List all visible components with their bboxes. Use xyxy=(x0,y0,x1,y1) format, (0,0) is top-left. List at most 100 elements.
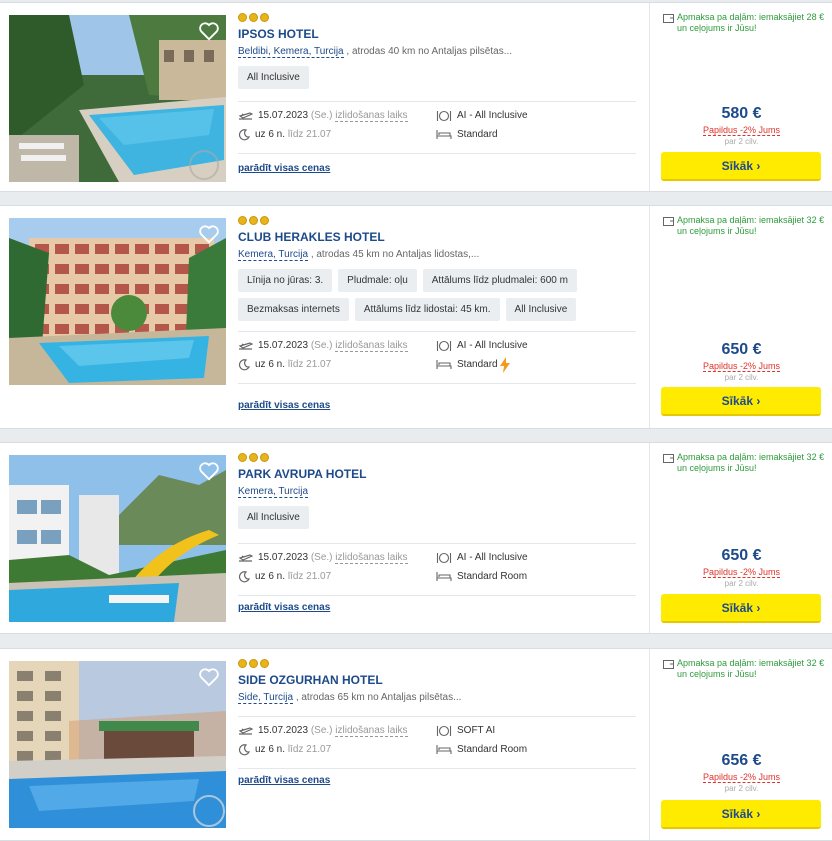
moon-icon xyxy=(238,128,250,140)
return-date: līdz 21.07 xyxy=(287,744,332,755)
trip-details: 15.07.2023 (Se.) izlidošanas laiks uz 6 … xyxy=(238,548,636,586)
star-icon xyxy=(238,216,247,225)
installment-note: Apmaksa pa daļām: iemaksājiet 32 € un ce… xyxy=(663,452,828,474)
hotel-card: SIDE OZGURHAN HOTEL Side, Turcija , atro… xyxy=(0,648,832,841)
hotel-name[interactable]: PARK AVRUPA HOTEL xyxy=(238,467,636,481)
hotel-name[interactable]: IPSOS HOTEL xyxy=(238,27,636,41)
hotel-location-link[interactable]: Kemera, Turcija xyxy=(238,486,309,498)
favorite-heart-icon[interactable] xyxy=(198,224,220,244)
departure-day: (Se.) xyxy=(310,110,333,121)
return-date: līdz 21.07 xyxy=(287,129,332,140)
star-icon xyxy=(238,453,247,462)
hotel-tags: Līnija no jūras: 3. Pludmale: oļu Attālums… xyxy=(238,269,636,321)
departure-day: (Se.) xyxy=(310,340,333,351)
departure-time-link[interactable]: izlidošanas laiks xyxy=(335,340,408,352)
moon-icon xyxy=(238,743,250,755)
per-persons: par 2 cilv. xyxy=(724,373,759,382)
hotel-stars xyxy=(238,13,636,23)
departure-time-link[interactable]: izlidošanas laiks xyxy=(335,552,408,564)
wallet-icon xyxy=(663,13,674,26)
trip-details: 15.07.2023 (Se.) izlidošanas laiks uz 6 … xyxy=(238,721,636,759)
departure-date: 15.07.2023 xyxy=(258,110,309,121)
departure-day: (Se.) xyxy=(310,552,333,563)
divider xyxy=(238,543,636,544)
bed-icon xyxy=(436,572,452,581)
price-panel: Apmaksa pa daļām: iemaksājiet 32 € un ce… xyxy=(649,206,832,428)
price: 650 € xyxy=(721,547,762,564)
divider xyxy=(238,101,636,102)
departure-date: 15.07.2023 xyxy=(258,340,309,351)
hotel-location-line: Kemera, Turcija xyxy=(238,486,636,498)
divider xyxy=(238,595,636,596)
hotel-name[interactable]: CLUB HERAKLES HOTEL xyxy=(238,230,636,244)
installment-note: Apmaksa pa daļām: iemaksājiet 32 € un ce… xyxy=(663,658,828,680)
hotel-location-link[interactable]: Side, Turcija xyxy=(238,692,294,704)
per-persons: par 2 cilv. xyxy=(724,579,759,588)
wallet-icon xyxy=(663,453,674,466)
details-button[interactable]: Sīkāk › xyxy=(661,152,821,181)
room-row: Standard xyxy=(436,355,634,374)
show-all-prices-link[interactable]: parādīt visas cenas xyxy=(238,775,330,786)
price: 650 € xyxy=(721,341,762,358)
hotel-photo[interactable] xyxy=(9,218,226,385)
star-icon xyxy=(260,216,269,225)
hotel-photo[interactable] xyxy=(9,15,226,182)
hotel-tag: All Inclusive xyxy=(505,298,577,321)
moon-icon xyxy=(238,570,250,582)
per-persons: par 2 cilv. xyxy=(724,137,759,146)
hotel-location-line: Side, Turcija , atrodas 65 km no Antalja… xyxy=(238,692,636,704)
hotel-photo[interactable] xyxy=(9,455,226,622)
bed-icon xyxy=(436,360,452,369)
duration-row: uz 6 n. līdz 21.07 xyxy=(238,740,436,759)
meal-plan: SOFT AI xyxy=(457,725,496,736)
departure-date: 15.07.2023 xyxy=(258,725,309,736)
divider xyxy=(238,716,636,717)
meal-icon xyxy=(436,725,452,736)
favorite-heart-icon[interactable] xyxy=(198,21,220,41)
details-button[interactable]: Sīkāk › xyxy=(661,594,821,623)
star-icon xyxy=(238,13,247,22)
favorite-heart-icon[interactable] xyxy=(198,461,220,481)
star-icon xyxy=(249,453,258,462)
hotel-name[interactable]: SIDE OZGURHAN HOTEL xyxy=(238,673,636,687)
hotel-tag: Attālums līdz pludmalei: 600 m xyxy=(422,269,577,292)
duration-nights: uz 6 n. xyxy=(255,744,286,755)
departure-date: 15.07.2023 xyxy=(258,552,309,563)
details-button[interactable]: Sīkāk › xyxy=(661,800,821,829)
plane-icon xyxy=(238,727,253,735)
departure-row: 15.07.2023 (Se.) izlidošanas laiks xyxy=(238,336,436,355)
hotel-photo[interactable] xyxy=(9,661,226,828)
show-all-prices-link[interactable]: parādīt visas cenas xyxy=(238,163,330,174)
details-button[interactable]: Sīkāk › xyxy=(661,387,821,416)
meal-plan: AI - All Inclusive xyxy=(457,552,528,563)
departure-time-link[interactable]: izlidošanas laiks xyxy=(335,725,408,737)
duration-nights: uz 6 n. xyxy=(255,571,286,582)
wallet-icon xyxy=(663,659,674,672)
duration-nights: uz 6 n. xyxy=(255,359,286,370)
meal-row: AI - All Inclusive xyxy=(436,336,634,355)
plane-icon xyxy=(238,342,253,350)
meal-row: AI - All Inclusive xyxy=(436,548,634,567)
departure-row: 15.07.2023 (Se.) izlidošanas laiks xyxy=(238,721,436,740)
hotel-card: CLUB HERAKLES HOTEL Kemera, Turcija , at… xyxy=(0,205,832,429)
departure-row: 15.07.2023 (Se.) izlidošanas laiks xyxy=(238,548,436,567)
divider xyxy=(238,383,636,384)
hotel-tag: Pludmale: oļu xyxy=(338,269,417,292)
departure-time-link[interactable]: izlidošanas laiks xyxy=(335,110,408,122)
show-all-prices-link[interactable]: parādīt visas cenas xyxy=(238,400,330,411)
lightning-icon xyxy=(500,356,511,373)
meal-icon xyxy=(436,110,452,121)
meal-plan: AI - All Inclusive xyxy=(457,340,528,351)
favorite-heart-icon[interactable] xyxy=(198,667,220,687)
star-icon xyxy=(249,216,258,225)
hotel-location-link[interactable]: Kemera, Turcija xyxy=(238,249,309,261)
star-icon xyxy=(260,13,269,22)
hotel-location-line: Beldibi, Kemera, Turcija , atrodas 40 km… xyxy=(238,46,636,58)
discount-note: Papildus -2% Jums xyxy=(702,361,781,372)
hotel-tag: Līnija no jūras: 3. xyxy=(238,269,333,292)
hotel-location-link[interactable]: Beldibi, Kemera, Turcija xyxy=(238,46,344,58)
meal-icon xyxy=(436,552,452,563)
price-panel: Apmaksa pa daļām: iemaksājiet 32 € un ce… xyxy=(649,443,832,633)
price: 656 € xyxy=(721,752,762,769)
show-all-prices-link[interactable]: parādīt visas cenas xyxy=(238,602,330,613)
